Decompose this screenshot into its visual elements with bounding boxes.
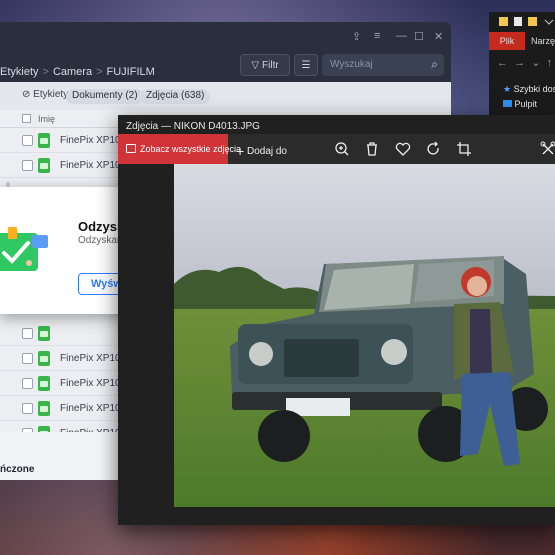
quick-access-toolbar [499,17,554,26]
image-file-icon [38,326,50,341]
row-checkbox[interactable] [22,353,33,364]
star-icon: ★ [503,84,512,94]
favorite-heart-icon[interactable] [393,139,413,159]
row-checkbox[interactable] [22,403,33,414]
maximize-icon[interactable]: ☐ [414,30,424,43]
plus-icon: + [236,143,245,159]
up-arrow-icon[interactable]: ↑ [547,57,553,69]
delete-icon[interactable] [362,139,382,159]
folder-icon [499,17,508,26]
recovery-success-illustration [0,227,48,271]
photos-toolbar: Zobacz wszystkie zdjęcia + Dodaj do [118,134,555,164]
menu-icon[interactable]: ≡ [374,30,380,42]
minimize-icon[interactable]: — [396,30,407,42]
image-file-icon [38,376,50,391]
dialog-subtitle: Odzyskan [78,235,123,246]
sidebar-item-label: Szybki doste [513,84,555,94]
breadcrumb-separator: > [96,66,103,78]
zoom-in-icon[interactable] [332,139,352,159]
image-file-icon [38,158,50,173]
photos-viewer-window: Zdjęcia — NIKON D4013.JPG Zobacz wszystk… [118,115,555,525]
filter-button[interactable]: ▽ Filtr [240,54,290,76]
close-icon[interactable]: ✕ [434,30,443,43]
breadcrumb-item-camera[interactable]: Camera [53,66,92,78]
add-to-label: Dodaj do [246,146,287,157]
tags-label-text: Etykiety [33,89,69,100]
sidebar-item-quick-access[interactable]: ★ Szybki doste [503,84,555,95]
back-arrow-icon[interactable]: ← [497,57,508,69]
recovery-complete-dialog: Odzyska Odzyskan Wyśw [0,187,138,314]
row-checkbox[interactable] [22,135,33,146]
see-all-label: Zobacz wszystkie zdjęcia [140,144,242,154]
image-file-icon [38,133,50,148]
ribbon-tabs: Plik Narzędz [489,32,555,50]
image-file-icon [38,401,50,416]
chevron-down-icon[interactable]: ⌄ [531,57,540,69]
list-view-icon: ☰ [301,59,311,71]
breadcrumb-item-fujifilm[interactable]: FUJIFILM [107,66,155,78]
status-text: ńczone [0,464,35,475]
file-explorer-window: Plik Narzędz ← → ⌄ ↑ ★ Szybki doste Pulp… [489,12,555,119]
search-placeholder: Wyszukaj [330,59,373,70]
row-checkbox[interactable] [22,328,33,339]
rotate-icon[interactable] [424,139,444,159]
explorer-nav: ← → ⌄ ↑ [497,56,552,69]
row-checkbox[interactable] [22,160,33,171]
image-file-icon [38,351,50,366]
search-input[interactable]: Wyszukaj ⌕ [322,54,444,76]
select-all-checkbox[interactable] [22,114,31,123]
gallery-icon [126,144,136,153]
column-name-header[interactable]: Imię [38,114,55,124]
tags-label[interactable]: ⊘ Etykiety [22,89,68,100]
desktop-icon [503,100,512,107]
photo-image[interactable] [174,164,555,507]
filter-label: Filtr [262,59,279,71]
chevron-down-icon [544,19,554,25]
tag-filter-row: ⊘ Etykiety Dokumenty (2) Zdjęcia (638) [0,82,451,110]
row-checkbox[interactable] [22,378,33,389]
forward-arrow-icon[interactable]: → [514,57,525,69]
share-icon[interactable]: ⇪ [352,30,361,43]
see-all-photos-button[interactable]: Zobacz wszystkie zdjęcia [118,134,241,164]
crop-icon[interactable] [454,139,474,159]
tag-documents[interactable]: Dokumenty (2) [66,89,144,104]
search-icon[interactable]: ⌕ [431,57,438,72]
edit-tools-icon[interactable] [538,139,555,159]
breadcrumb: Etykiety > Camera > FUJIFILM [0,66,155,78]
window-title: Zdjęcia — NIKON D4013.JPG [126,121,260,132]
new-folder-icon [528,17,537,26]
sidebar-item-desktop[interactable]: Pulpit [503,99,537,109]
breadcrumb-item-labels[interactable]: Etykiety [0,66,39,78]
breadcrumb-separator: > [42,66,49,78]
tag-photos[interactable]: Zdjęcia (638) [140,89,211,104]
tab-file[interactable]: Plik [489,32,525,50]
sidebar-item-label: Pulpit [514,99,538,109]
tab-tools[interactable]: Narzędz [531,32,555,50]
view-toggle-button[interactable]: ☰ [294,54,318,76]
recovery-title-bar: ⇪ ≡ — ☐ ✕ [0,22,451,52]
add-to-button[interactable]: + Dodaj do [236,143,287,159]
properties-icon [514,17,522,26]
filter-icon: ▽ [251,59,260,71]
